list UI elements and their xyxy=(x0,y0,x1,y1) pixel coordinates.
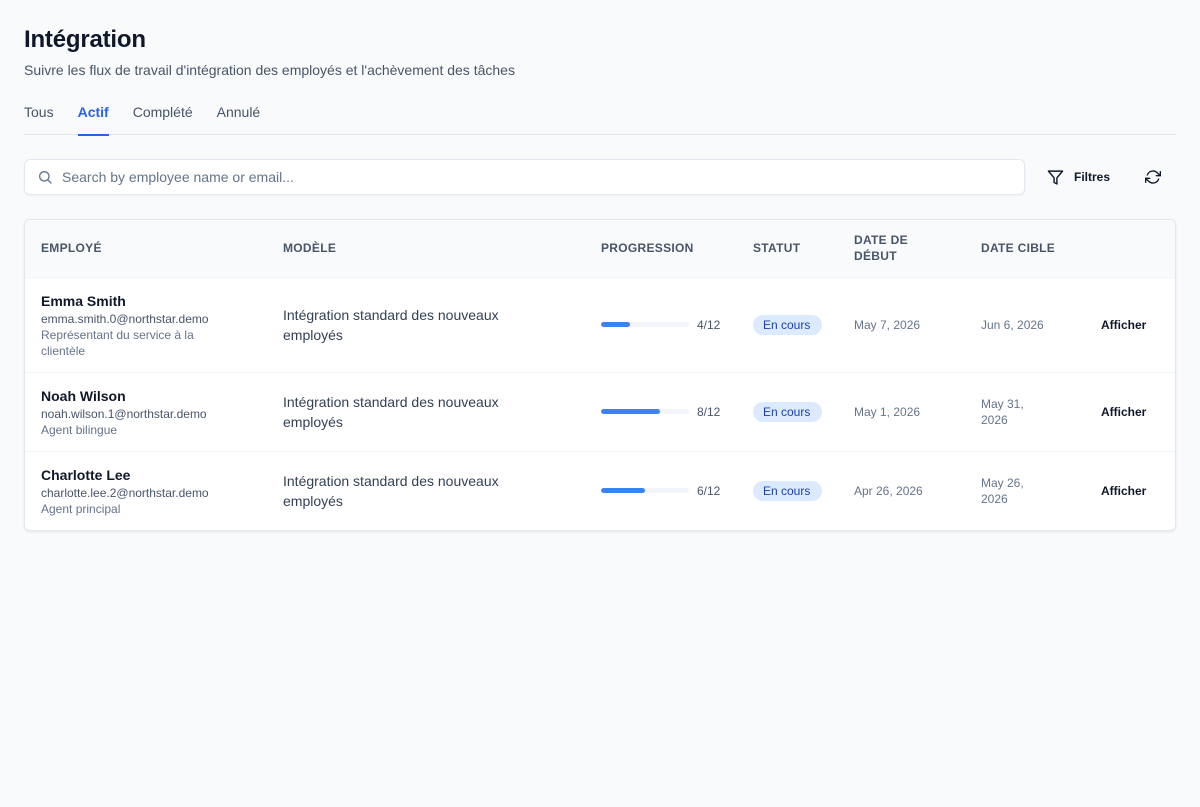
progress-cell: 8/12 xyxy=(585,372,737,451)
target-date: May 26, 2026 xyxy=(981,475,1024,506)
filter-icon xyxy=(1047,169,1064,185)
column-header-employee: Employé xyxy=(41,241,102,256)
onboarding-table: Employé Modèle Progression Statut Date d… xyxy=(24,219,1176,531)
employee-email: emma.smith.0@northstar.demo xyxy=(41,311,209,326)
status-badge: En cours xyxy=(753,401,822,422)
onboarding-page: Intégration Suivre les flux de travail d… xyxy=(24,24,1176,531)
toolbar: Filtres xyxy=(24,159,1176,195)
start-date: May 7, 2026 xyxy=(854,317,921,332)
target-date: May 31, 2026 xyxy=(981,396,1024,427)
column-header-actions xyxy=(1085,220,1175,277)
employee-email: noah.wilson.1@northstar.demo xyxy=(41,406,207,421)
actions-cell: Afficher xyxy=(1085,277,1175,372)
progress-text: 6/12 xyxy=(697,483,721,498)
employee-name: Charlotte Lee xyxy=(41,466,131,483)
employee-email: charlotte.lee.2@northstar.demo xyxy=(41,485,209,500)
progress-text: 8/12 xyxy=(697,404,721,419)
refresh-button[interactable] xyxy=(1145,159,1162,195)
employee-cell: Noah Wilson noah.wilson.1@northstar.demo… xyxy=(25,372,267,451)
progress-bar xyxy=(601,409,689,414)
employee-cell: Charlotte Lee charlotte.lee.2@northstar.… xyxy=(25,451,267,530)
view-button[interactable]: Afficher xyxy=(1101,318,1146,332)
status-badge: En cours xyxy=(753,480,822,501)
table-row[interactable]: Charlotte Lee charlotte.lee.2@northstar.… xyxy=(25,451,1175,530)
filters-button[interactable]: Filtres xyxy=(1047,159,1110,195)
progress-text: 4/12 xyxy=(697,317,721,332)
start-date: Apr 26, 2026 xyxy=(854,483,923,498)
view-button[interactable]: Afficher xyxy=(1101,484,1146,498)
column-header-status: Statut xyxy=(753,241,801,256)
table-row[interactable]: Noah Wilson noah.wilson.1@northstar.demo… xyxy=(25,372,1175,451)
refresh-icon xyxy=(1145,170,1162,184)
search-box xyxy=(24,159,1025,195)
actions-cell: Afficher xyxy=(1085,451,1175,530)
progress-fill xyxy=(601,409,660,414)
column-header-target-date: Date cible xyxy=(981,241,1056,256)
actions-cell: Afficher xyxy=(1085,372,1175,451)
column-header-template: Modèle xyxy=(283,241,337,256)
tab-annule[interactable]: Annulé xyxy=(217,102,261,135)
page-subtitle: Suivre les flux de travail d'intégration… xyxy=(24,62,515,78)
tab-tous[interactable]: Tous xyxy=(24,102,54,135)
employee-role: Agent principal xyxy=(41,501,121,516)
table-header-row: Employé Modèle Progression Statut Date d… xyxy=(25,220,1175,277)
status-cell: En cours xyxy=(737,451,838,530)
search-input[interactable] xyxy=(62,169,992,185)
column-header-progress: Progression xyxy=(601,241,694,256)
start-date: May 1, 2026 xyxy=(854,404,921,419)
search-icon xyxy=(39,171,52,184)
employee-name: Emma Smith xyxy=(41,292,126,309)
progress-fill xyxy=(601,322,631,327)
status-cell: En cours xyxy=(737,372,838,451)
employee-cell: Emma Smith emma.smith.0@northstar.demo R… xyxy=(25,277,267,372)
employee-name: Noah Wilson xyxy=(41,387,126,404)
progress-bar xyxy=(601,322,689,327)
status-cell: En cours xyxy=(737,277,838,372)
employee-role: Représentant du service à la clientèle xyxy=(41,327,194,358)
progress-cell: 4/12 xyxy=(585,277,737,372)
employee-role: Agent bilingue xyxy=(41,422,118,437)
view-button[interactable]: Afficher xyxy=(1101,405,1146,419)
template-cell: Intégration standard des nouveaux employ… xyxy=(283,393,499,430)
table-row[interactable]: Emma Smith emma.smith.0@northstar.demo R… xyxy=(25,277,1175,372)
filters-label: Filtres xyxy=(1074,170,1111,184)
progress-bar xyxy=(601,488,689,494)
target-date: Jun 6, 2026 xyxy=(981,317,1044,332)
template-cell: Intégration standard des nouveaux employ… xyxy=(283,472,499,509)
progress-cell: 6/12 xyxy=(585,451,737,530)
tab-actif[interactable]: Actif xyxy=(77,102,109,136)
progress-fill xyxy=(601,488,645,494)
column-header-start-date: Date de début xyxy=(854,233,908,264)
page-title: Intégration xyxy=(24,26,146,53)
tab-complete[interactable]: Complété xyxy=(133,102,193,135)
status-tabs: Tous Actif Complété Annulé xyxy=(24,102,1176,136)
template-cell: Intégration standard des nouveaux employ… xyxy=(283,306,499,343)
status-badge: En cours xyxy=(753,314,822,335)
